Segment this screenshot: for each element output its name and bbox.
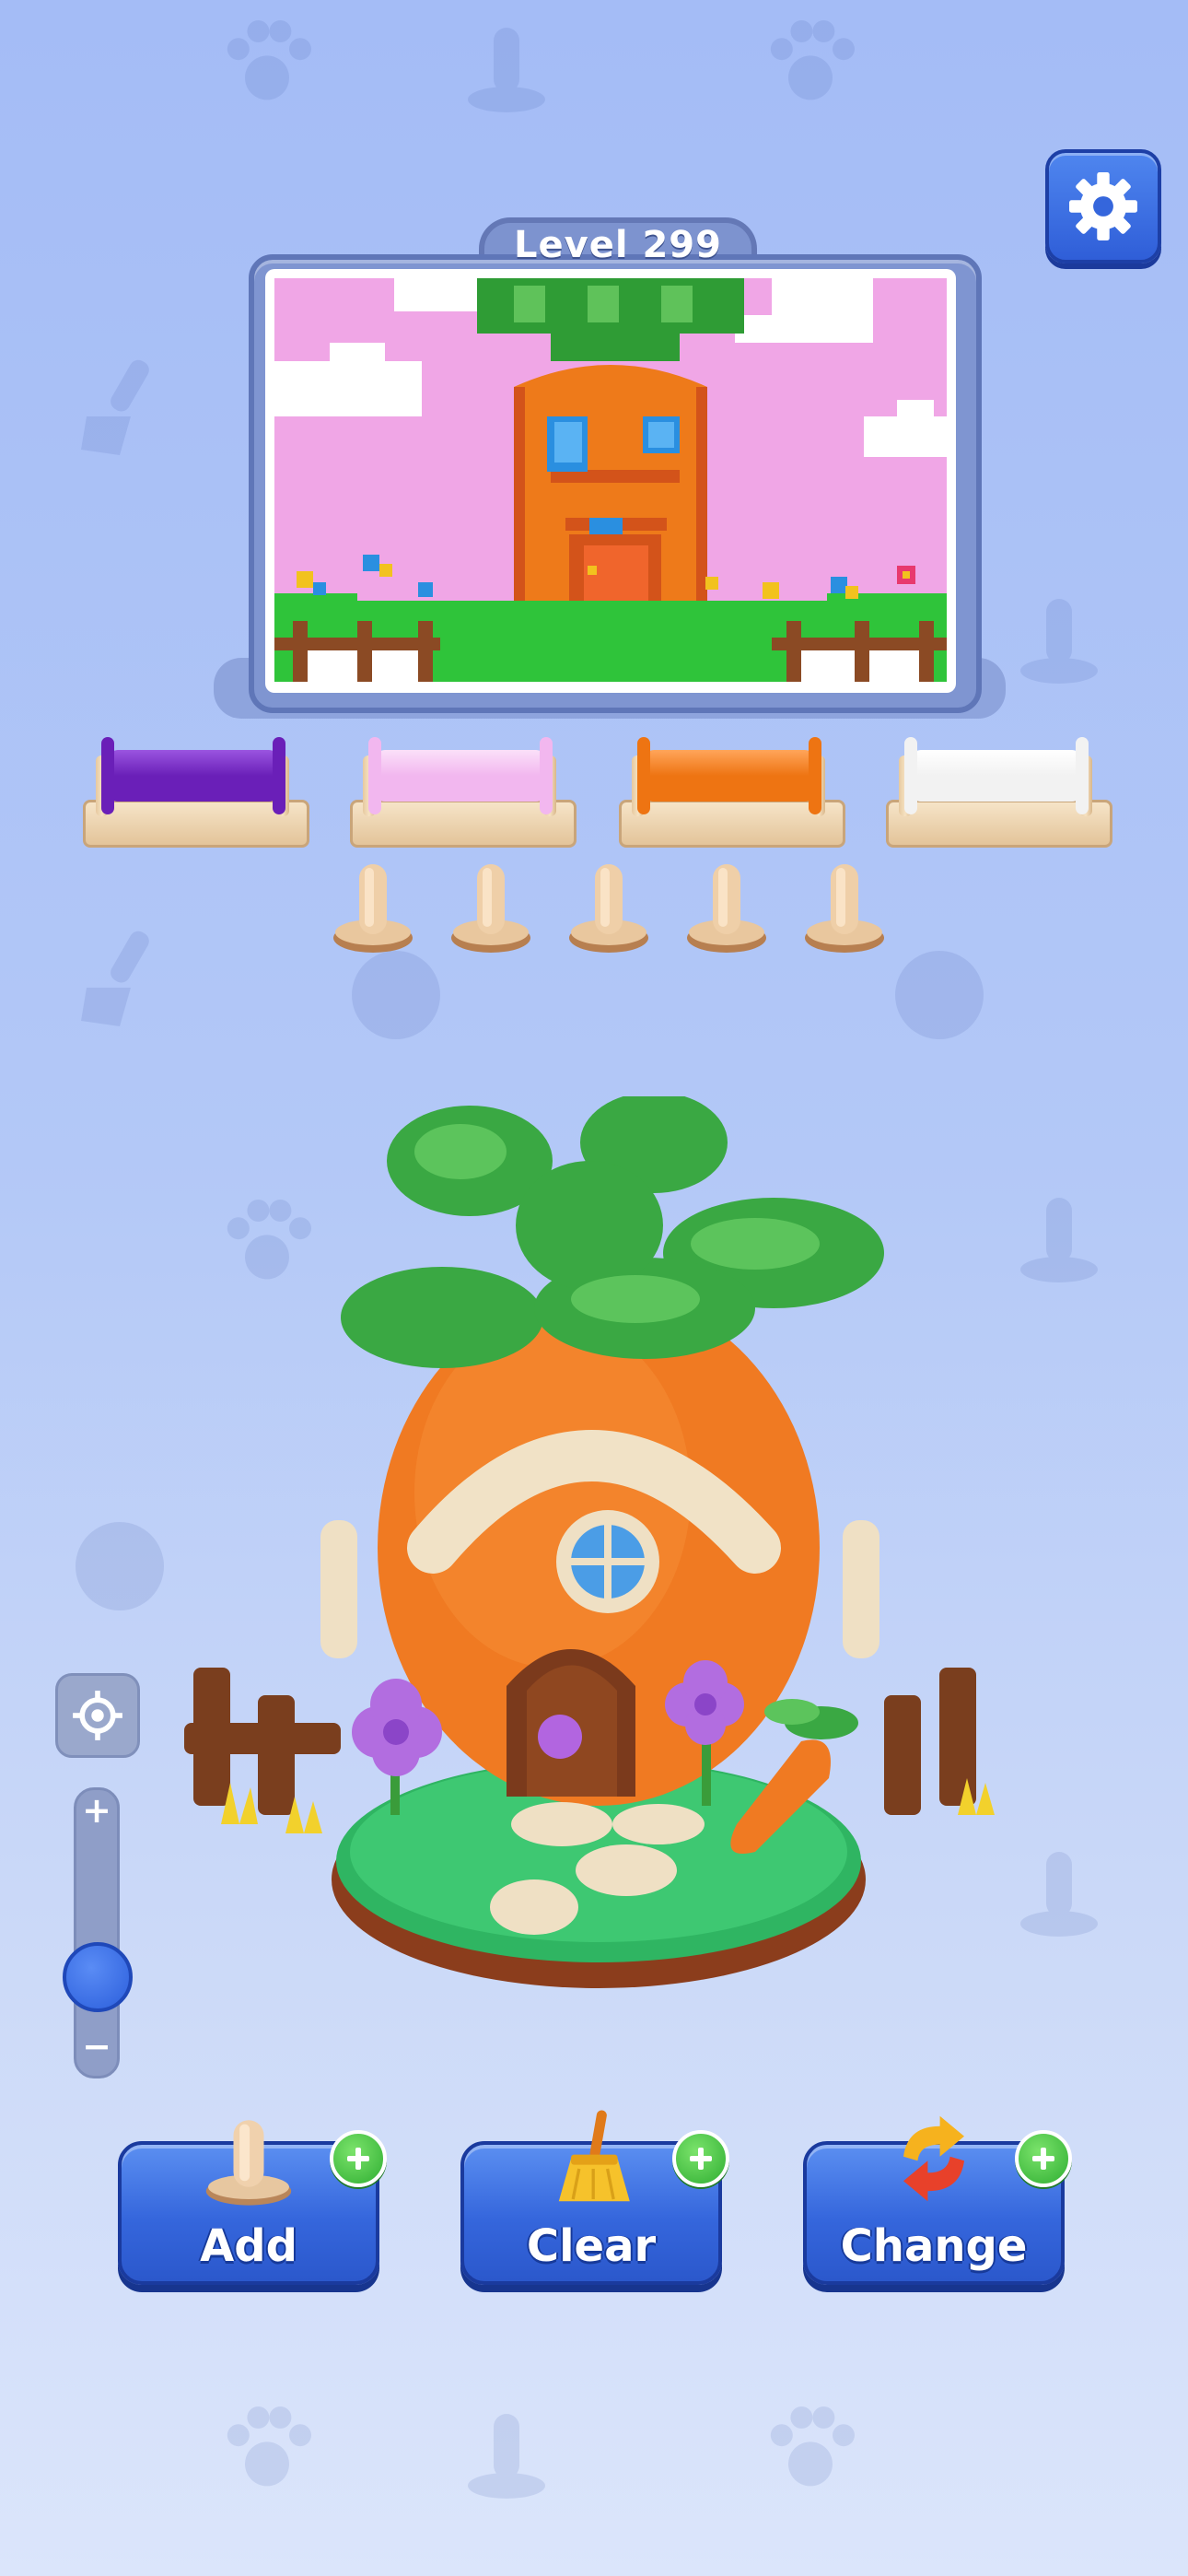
zoom-slider-thumb[interactable] <box>63 1942 133 2012</box>
add-label: Add <box>200 2220 297 2272</box>
fence-right <box>884 1668 976 1815</box>
clear-label: Clear <box>526 2220 657 2272</box>
paw-icon <box>227 2406 311 2487</box>
spool-thread <box>645 750 814 802</box>
crosshair-icon <box>73 1691 122 1740</box>
spool-thread <box>912 750 1081 802</box>
yarn-bg-icon <box>352 951 440 1039</box>
recenter-button[interactable] <box>55 1673 140 1758</box>
carrot-house-model <box>184 1096 995 1988</box>
spool-cap <box>809 737 821 814</box>
brush-bg-icon <box>81 359 149 455</box>
spool-cap <box>273 737 285 814</box>
peg-icon <box>205 2120 292 2206</box>
spool-thread <box>109 750 278 802</box>
spool-cap <box>540 737 553 814</box>
yarn-bg-icon <box>76 1522 164 1610</box>
spool-cap <box>101 737 114 814</box>
paw-icon <box>227 20 311 100</box>
fence-left <box>184 1668 341 1815</box>
zoom-out-icon[interactable]: − <box>76 2026 117 2067</box>
clear-button[interactable]: Clear <box>460 2110 729 2285</box>
peg-bg-icon <box>468 2414 545 2499</box>
settings-button[interactable] <box>1045 149 1161 263</box>
swap-arrows-icon <box>903 2115 964 2202</box>
empty-peg[interactable] <box>803 859 886 954</box>
plus-icon <box>690 2148 712 2170</box>
broom-icon <box>558 2110 630 2202</box>
change-button[interactable]: Change <box>803 2115 1072 2285</box>
paw-icon <box>770 20 855 100</box>
yarn-bg-icon <box>895 951 984 1039</box>
level-label: Level 299 <box>514 224 722 266</box>
spool-cap <box>637 737 650 814</box>
spool-thread <box>376 750 545 802</box>
spool-cap <box>1076 737 1089 814</box>
empty-peg[interactable] <box>567 859 650 954</box>
pixel-art-carrot-house <box>274 278 947 682</box>
empty-peg[interactable] <box>449 859 532 954</box>
plus-icon <box>347 2148 369 2170</box>
target-pattern <box>265 269 956 693</box>
clear-plus-badge <box>672 2130 729 2187</box>
empty-peg[interactable] <box>685 859 768 954</box>
paw-icon <box>770 2406 855 2487</box>
peg-bg-icon <box>468 28 545 112</box>
zoom-slider[interactable]: + − <box>74 1787 120 2078</box>
change-label: Change <box>840 2220 1028 2272</box>
plus-icon <box>1032 2148 1054 2170</box>
spool-cap <box>368 737 381 814</box>
add-plus-badge <box>330 2130 387 2187</box>
spool-cap <box>904 737 917 814</box>
peg-bg-icon <box>1020 599 1098 684</box>
empty-peg[interactable] <box>332 859 414 954</box>
gear-icon <box>1069 172 1137 240</box>
brush-bg-icon <box>81 931 149 1026</box>
zoom-in-icon[interactable]: + <box>76 1790 117 1831</box>
change-plus-badge <box>1015 2130 1072 2187</box>
add-button[interactable]: Add <box>118 2120 387 2285</box>
door-knob <box>538 1715 582 1759</box>
